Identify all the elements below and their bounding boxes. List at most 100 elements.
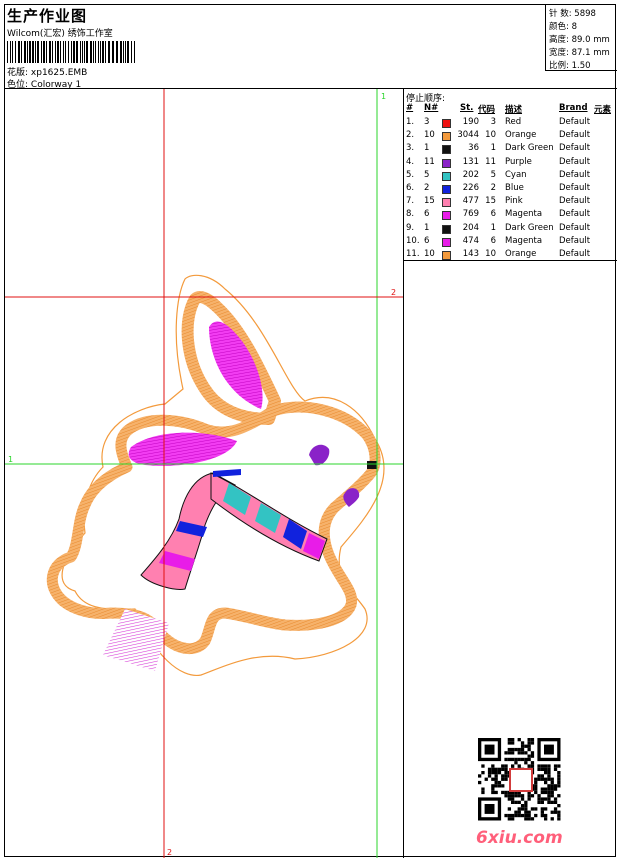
- qr-module: [547, 784, 551, 788]
- qr-module: [524, 810, 528, 814]
- qr-module: [520, 741, 525, 745]
- qr-module: [527, 764, 531, 768]
- qr-module: [497, 771, 502, 775]
- guide-label-green-horizontal: 1: [8, 455, 13, 464]
- qr-module: [524, 807, 528, 811]
- row-brand: Default: [559, 117, 591, 127]
- row-brand: Default: [559, 143, 591, 154]
- qr-module: [514, 761, 518, 765]
- qr-module: [540, 774, 544, 778]
- qr-module: [517, 751, 521, 755]
- color-row: 2. 10 3044 10 Orange Default: [404, 130, 618, 143]
- qr-module: [511, 817, 515, 821]
- barcode-bar: [46, 41, 47, 63]
- qr-module: [501, 764, 505, 768]
- stop-sequence-panel: 停止顺序: # N# St. 代码 描述 Brand 元素 1. 3 190 3 Red…: [403, 89, 617, 261]
- row-color-swatch: [442, 198, 451, 208]
- row-brand: Default: [559, 130, 591, 141]
- qr-module: [514, 800, 518, 804]
- qr-module: [540, 767, 544, 771]
- guide-label-red-vertical: 2: [167, 848, 172, 857]
- stat-stitches: 针 数: 5898: [549, 9, 596, 19]
- color-row: 10. 6 474 6 Magenta Default: [404, 236, 618, 249]
- row-index: 5.: [406, 169, 415, 180]
- qr-module: [501, 790, 505, 795]
- qr-module: [517, 813, 521, 818]
- qr-finder: [484, 804, 495, 814]
- qr-module: [494, 767, 498, 771]
- qr-code: [478, 738, 561, 821]
- qr-module: [540, 800, 544, 804]
- row-stitches: 769: [462, 209, 479, 220]
- barcode-bar: [41, 41, 42, 63]
- row-code: 5: [490, 169, 496, 180]
- qr-module: [517, 807, 521, 811]
- barcode-bar: [18, 41, 20, 63]
- row-needle: 3: [424, 117, 430, 127]
- barcode-bar: [43, 41, 45, 63]
- qr-module: [547, 774, 551, 778]
- qr-module: [487, 767, 492, 771]
- qr-module: [520, 794, 525, 798]
- qr-module: [491, 787, 495, 791]
- qr-module: [547, 797, 551, 801]
- row-needle: 1: [424, 222, 430, 233]
- qr-module: [550, 790, 554, 795]
- qr-module: [527, 741, 531, 745]
- production-sheet: 生产作业图 Wilcom(汇宏) 绣饰工作室 花版: xp1625.EMB 色位…: [4, 4, 617, 858]
- row-brand: Default: [559, 209, 591, 220]
- panel-divider: [403, 261, 404, 858]
- barcode-bar: [68, 41, 69, 63]
- qr-module: [530, 754, 535, 758]
- col-header-needle: N#: [424, 103, 439, 113]
- barcode-bar: [116, 41, 118, 63]
- row-color-swatch: [442, 132, 451, 142]
- barcode-bar: [24, 41, 26, 63]
- qr-module: [501, 777, 505, 781]
- qr-module: [517, 757, 521, 762]
- qr-module: [557, 810, 561, 814]
- qr-module: [494, 790, 498, 795]
- qr-module: [557, 794, 561, 798]
- qr-module: [511, 813, 515, 818]
- qr-module: [491, 777, 495, 781]
- qr-module: [524, 761, 528, 765]
- row-index: 9.: [406, 222, 415, 233]
- barcode-bar: [80, 41, 81, 63]
- qr-module: [511, 738, 515, 742]
- row-brand: Default: [559, 222, 591, 233]
- row-color-swatch: [442, 224, 451, 234]
- qr-module: [511, 751, 515, 755]
- barcode-bar: [35, 41, 36, 63]
- row-code: 6: [490, 209, 496, 220]
- qr-center-seal: [509, 768, 533, 792]
- qr-module: [501, 767, 505, 771]
- row-description: Purple: [505, 156, 532, 167]
- row-stitches: 474: [462, 235, 479, 246]
- qr-module: [550, 780, 554, 785]
- qr-module: [504, 813, 508, 818]
- qr-module: [481, 764, 485, 768]
- qr-module: [553, 764, 558, 768]
- barcode-bar: [52, 41, 53, 63]
- barcode-bar: [12, 41, 13, 63]
- barcode-bar: [86, 41, 88, 63]
- row-brand: Default: [559, 249, 591, 259]
- guide-label-green-vertical: 1: [381, 92, 386, 101]
- col-header-description: 描述: [505, 105, 523, 115]
- qr-module: [524, 800, 528, 804]
- qr-module: [537, 774, 541, 778]
- color-row: 4. 11 131 11 Purple Default: [404, 157, 618, 170]
- color-row: 11. 10 143 10 Orange Default: [404, 249, 618, 262]
- barcode-bar: [37, 41, 39, 63]
- row-color-swatch: [442, 119, 451, 128]
- row-index: 6.: [406, 183, 415, 193]
- qr-module: [504, 777, 508, 781]
- qr-module: [544, 797, 548, 801]
- scarf-band-top-blue: [213, 469, 241, 477]
- qr-module: [497, 784, 502, 788]
- qr-module: [517, 764, 521, 768]
- qr-module: [530, 794, 535, 798]
- qr-module: [520, 807, 525, 811]
- row-brand: Default: [559, 169, 591, 180]
